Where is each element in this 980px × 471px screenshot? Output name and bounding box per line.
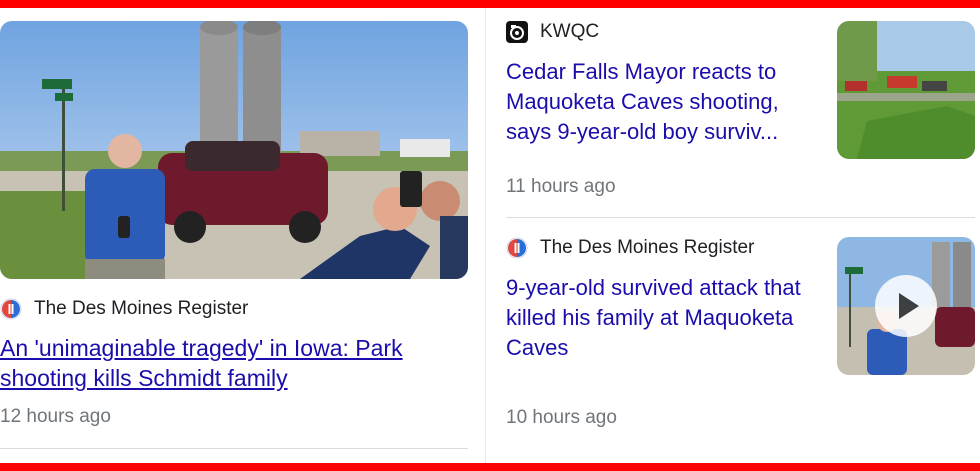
article-source[interactable]: The Des Moines Register: [506, 237, 754, 259]
article-timestamp: 11 hours ago: [506, 176, 616, 197]
source-name: The Des Moines Register: [540, 237, 755, 258]
article-headline-link[interactable]: 9-year-old survived attack that killed h…: [506, 273, 816, 363]
article-thumbnail[interactable]: [837, 21, 975, 159]
article-source[interactable]: KWQC: [506, 21, 599, 43]
card-divider: [506, 217, 975, 218]
article-timestamp: 10 hours ago: [506, 407, 617, 428]
main-article-image[interactable]: [0, 21, 468, 279]
bottom-frame-bar: [0, 463, 980, 471]
main-article-headline-link[interactable]: An 'unimaginable tragedy' in Iowa: Park …: [0, 333, 470, 393]
main-article-timestamp: 12 hours ago: [0, 406, 111, 427]
column-divider: [485, 8, 486, 463]
play-icon[interactable]: [875, 275, 937, 337]
source-name: KWQC: [540, 21, 600, 42]
main-article-source[interactable]: The Des Moines Register: [0, 298, 248, 320]
card-divider: [0, 448, 468, 449]
kwqc-logo-icon: [506, 21, 528, 43]
des-moines-register-icon: [0, 298, 22, 320]
top-frame-bar: [0, 0, 980, 8]
source-name: The Des Moines Register: [34, 298, 249, 319]
video-thumbnail[interactable]: [837, 237, 975, 375]
des-moines-register-icon: [506, 237, 528, 259]
article-headline-link[interactable]: Cedar Falls Mayor reacts to Maquoketa Ca…: [506, 57, 816, 147]
